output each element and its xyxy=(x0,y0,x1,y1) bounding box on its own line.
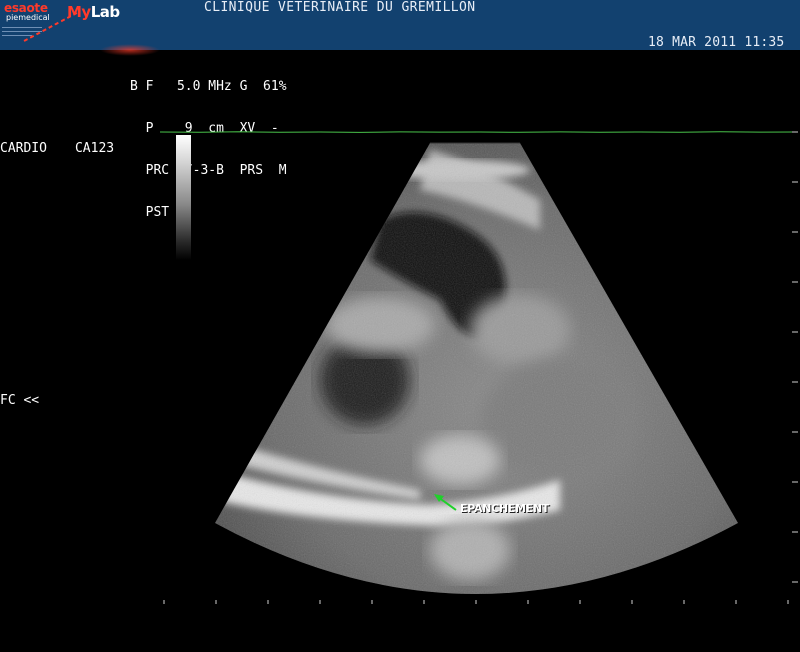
annotation-epanchement: EPANCHEMENT xyxy=(460,502,549,515)
depth-ruler-horizontal xyxy=(163,600,789,604)
ultrasound-image xyxy=(215,142,738,594)
depth-ruler-vertical xyxy=(792,131,798,583)
sector-content xyxy=(215,143,738,594)
